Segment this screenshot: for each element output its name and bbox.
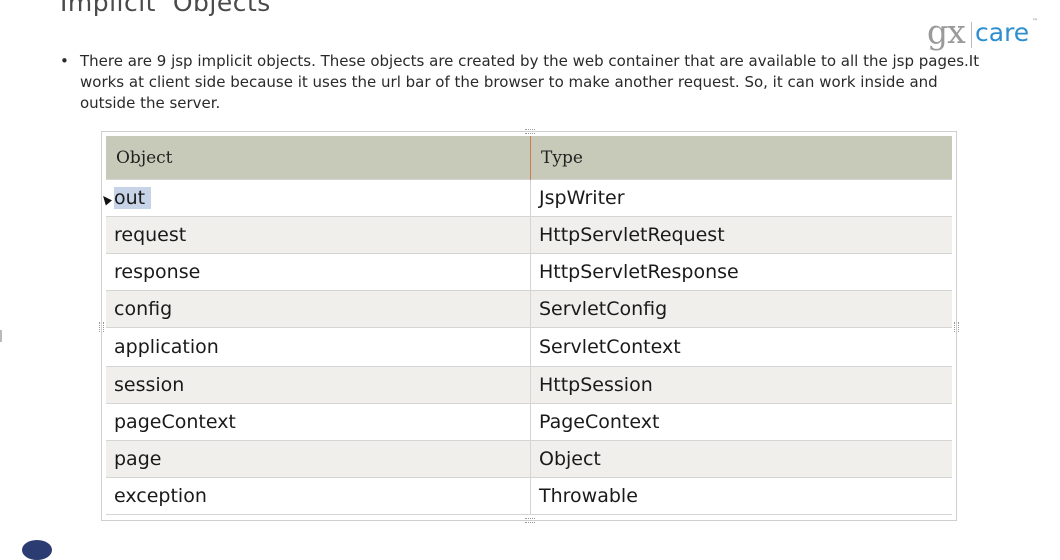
- slide-title[interactable]: Implicit Objects: [60, 0, 271, 17]
- table-row: exception Throwable: [106, 477, 952, 515]
- cell-type[interactable]: PageContext: [530, 403, 952, 441]
- table-row: out JspWriter: [106, 179, 952, 217]
- cell-object[interactable]: session: [106, 366, 531, 404]
- table-header-row: Object Type: [106, 136, 952, 180]
- resize-handle-bottom[interactable]: [525, 518, 535, 523]
- resize-handle-top[interactable]: [525, 129, 535, 134]
- cell-type[interactable]: HttpServletResponse: [530, 253, 952, 291]
- bullet-dot-icon: •: [60, 52, 69, 70]
- header-object[interactable]: Object: [106, 136, 531, 180]
- cell-object[interactable]: out: [106, 179, 531, 217]
- cell-object[interactable]: exception: [106, 477, 531, 515]
- cell-object[interactable]: response: [106, 253, 531, 291]
- table-row: pageContext PageContext: [106, 403, 952, 441]
- cell-object[interactable]: page: [106, 440, 531, 478]
- bullet-paragraph[interactable]: • There are 9 jsp implicit objects. Thes…: [60, 51, 990, 114]
- header-type[interactable]: Type: [530, 136, 952, 180]
- cell-type[interactable]: HttpSession: [530, 366, 952, 404]
- cell-object[interactable]: request: [106, 216, 531, 254]
- bullet-text[interactable]: There are 9 jsp implicit objects. These …: [80, 51, 990, 114]
- cell-type[interactable]: ServletConfig: [530, 290, 952, 328]
- cell-type[interactable]: JspWriter: [530, 179, 952, 217]
- slide-canvas[interactable]: Implicit Objects gx care ™ • There are 9…: [0, 0, 1060, 560]
- table-row: response HttpServletResponse: [106, 253, 952, 291]
- cell-object[interactable]: pageContext: [106, 403, 531, 441]
- logo-trademark: ™: [1032, 18, 1038, 25]
- logo-gx-text: gx: [927, 12, 966, 51]
- implicit-objects-table[interactable]: Object Type out JspWriter request HttpSe…: [106, 136, 952, 515]
- cell-type[interactable]: HttpServletRequest: [530, 216, 952, 254]
- table-row: application ServletContext: [106, 327, 952, 367]
- cell-type[interactable]: Throwable: [530, 477, 952, 515]
- selected-text[interactable]: out: [114, 187, 152, 209]
- app-corner-icon[interactable]: [22, 540, 52, 560]
- cell-type[interactable]: ServletContext: [530, 327, 952, 367]
- table-row: request HttpServletRequest: [106, 216, 952, 254]
- resize-handle-right[interactable]: [954, 322, 959, 332]
- table-row: config ServletConfig: [106, 290, 952, 328]
- logo-care-text: care: [975, 18, 1030, 47]
- table-row: page Object: [106, 440, 952, 478]
- left-edge-marker: [0, 330, 2, 342]
- logo-divider: [971, 22, 972, 48]
- cell-object[interactable]: config: [106, 290, 531, 328]
- table-row: session HttpSession: [106, 366, 952, 404]
- resize-handle-left[interactable]: [99, 322, 104, 332]
- cell-object[interactable]: application: [106, 327, 531, 367]
- cell-type[interactable]: Object: [530, 440, 952, 478]
